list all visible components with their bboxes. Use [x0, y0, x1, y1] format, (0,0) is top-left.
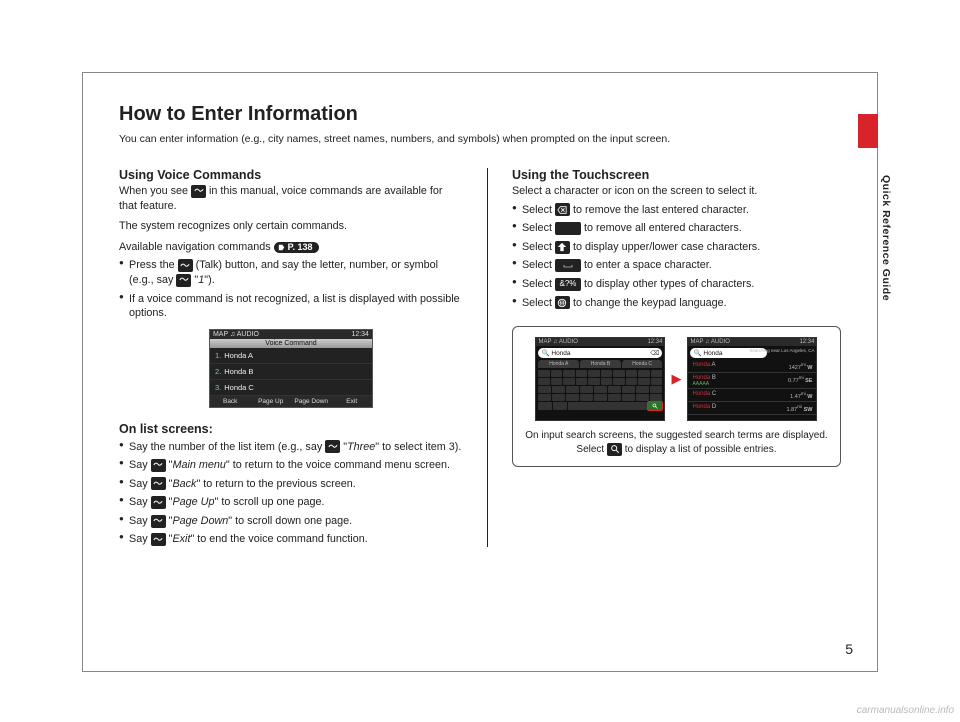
touchscreen-figure: MAP ♫ AUDIO12:34 🔍 Honda⌫ Honda A Honda … — [512, 326, 841, 467]
list-item: Select to enter a space character. — [512, 258, 841, 273]
shot-clock: 12:34 — [351, 331, 369, 338]
list-item: Say "Page Down" to scroll down one page. — [119, 514, 463, 529]
column-voice: Using Voice Commands When you see in thi… — [119, 168, 487, 547]
arrow-right-icon: ▶ — [671, 371, 681, 387]
shot-row: 3.Honda C — [210, 380, 372, 396]
list-item: Say "Back" to return to the previous scr… — [119, 477, 463, 492]
text: When you see — [119, 185, 191, 197]
onscreen-keyboard — [536, 368, 664, 411]
text: "). — [204, 274, 214, 286]
search-field: 🔍 Honda⌫ — [538, 348, 662, 358]
results-screenshot: MAP ♫ AUDIO12:34 🔍 Honda Searching near … — [687, 337, 817, 421]
list-item: If a voice command is not recognized, a … — [119, 292, 463, 321]
touchscreen-bullet-list: Select to remove the last entered charac… — [512, 203, 841, 310]
talk-icon — [151, 459, 166, 472]
list-item: Say the number of the list item (e.g., s… — [119, 440, 463, 455]
result-row: Honda A1427mi W — [688, 360, 816, 373]
clear-icon: ⌫ — [650, 349, 659, 357]
list-item: Say "Main menu" to return to the voice c… — [119, 458, 463, 473]
suggestion-tab: Honda A — [538, 360, 579, 368]
talk-icon — [176, 274, 191, 287]
voice-available: Available navigation commands P. 138 — [119, 240, 463, 255]
suggestion-tab: Honda B — [580, 360, 621, 368]
list-screens-heading: On list screens: — [119, 422, 463, 436]
globe-icon — [555, 296, 570, 309]
search-icon — [607, 443, 622, 456]
section-side-label: Quick Reference Guide — [880, 175, 892, 301]
shot-tabs: MAP ♫ AUDIO — [213, 331, 259, 338]
watermark: carmanualsonline.info — [857, 705, 954, 716]
list-item: Select &?% to display other types of cha… — [512, 277, 841, 292]
delete-char-icon — [555, 203, 570, 216]
shot-header: Voice Command — [210, 339, 372, 348]
list-item: Select to remove all entered characters. — [512, 221, 841, 236]
text: Available navigation commands — [119, 241, 274, 253]
symbols-icon: &?% — [555, 278, 581, 291]
voice-heading: Using Voice Commands — [119, 168, 463, 182]
page-number: 5 — [845, 641, 853, 657]
section-tab-red — [858, 114, 878, 148]
shift-icon — [555, 241, 570, 254]
talk-icon — [325, 440, 340, 453]
touchscreen-heading: Using the Touchscreen — [512, 168, 841, 182]
talk-icon — [151, 515, 166, 528]
search-location-caption: Searching near Los Angeles, CA — [749, 348, 814, 353]
shot-row: 1.Honda A — [210, 348, 372, 364]
voice-command-text: Back — [172, 478, 196, 490]
voice-command-text: Page Up — [172, 496, 214, 508]
list-item: Select to remove the last entered charac… — [512, 203, 841, 218]
list-item: Press the (Talk) button, and say the let… — [119, 258, 463, 287]
result-row: Honda BAAAAA0.77mi SE — [688, 373, 816, 389]
manual-page: How to Enter Information You can enter i… — [82, 72, 878, 672]
voice-intro: When you see in this manual, voice comma… — [119, 184, 463, 213]
list-item: Say "Exit" to end the voice command func… — [119, 532, 463, 547]
result-row: Honda D1.87mi SW — [688, 402, 816, 415]
page-subtitle: You can enter information (e.g., city na… — [119, 132, 841, 146]
search-button-highlighted — [648, 402, 662, 410]
talk-icon — [151, 533, 166, 546]
touchscreen-intro: Select a character or icon on the screen… — [512, 184, 841, 199]
talk-icon — [151, 496, 166, 509]
talk-icon — [151, 477, 166, 490]
page-title: How to Enter Information — [119, 103, 841, 126]
keyboard-screenshot: MAP ♫ AUDIO12:34 🔍 Honda⌫ Honda A Honda … — [535, 337, 665, 421]
talk-icon — [178, 259, 193, 272]
page-ref-text: P. 138 — [288, 243, 313, 252]
text: Press the — [129, 259, 178, 271]
shot-row: 2.Honda B — [210, 364, 372, 380]
voice-bullet-list: Press the (Talk) button, and say the let… — [119, 258, 463, 320]
list-item: Say "Page Up" to scroll up one page. — [119, 495, 463, 510]
suggestion-tab: Honda C — [622, 360, 663, 368]
shot-footer: Back Page Up Page Down Exit — [210, 396, 372, 407]
figure-caption: On input search screens, the suggested s… — [523, 429, 830, 456]
voice-command-text: Main menu — [172, 459, 225, 471]
voice-command-text: Three — [347, 441, 375, 453]
column-touchscreen: Using the Touchscreen Select a character… — [487, 168, 841, 547]
list-screens-list: Say the number of the list item (e.g., s… — [119, 440, 463, 547]
list-item: Select to display upper/lower case chara… — [512, 240, 841, 255]
list-item: Select to change the keypad language. — [512, 296, 841, 311]
talk-icon — [191, 185, 206, 198]
voice-command-screenshot: MAP ♫ AUDIO 12:34 Voice Command 1.Honda … — [209, 329, 373, 408]
page-reference-pill: P. 138 — [274, 242, 319, 253]
voice-command-text: Page Down — [172, 515, 228, 527]
clear-all-icon — [555, 222, 581, 235]
space-icon — [555, 259, 581, 272]
voice-recognizes: The system recognizes only certain comma… — [119, 219, 463, 234]
result-row: Honda C1.47mi W — [688, 389, 816, 402]
voice-command-text: Exit — [172, 533, 190, 545]
